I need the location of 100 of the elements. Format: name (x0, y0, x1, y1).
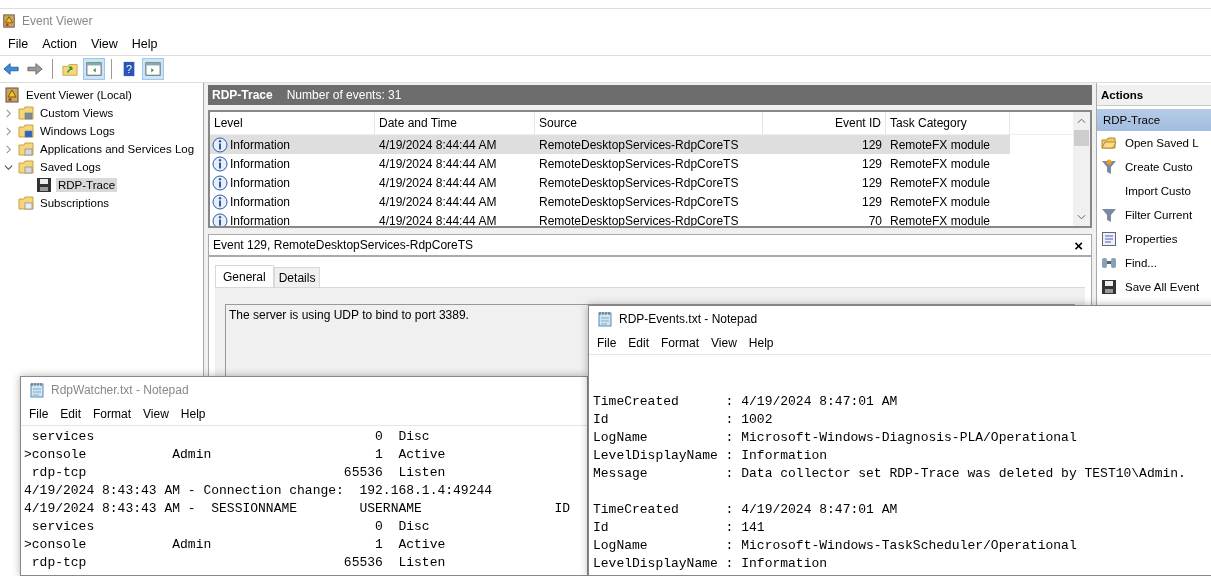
column-header[interactable]: Source (535, 112, 763, 134)
text-line: LevelDisplayName : Information (593, 555, 829, 573)
tree-item[interactable]: Saved Logs (38, 160, 103, 174)
table-cell: Information (230, 213, 291, 226)
tab[interactable]: General (215, 265, 274, 287)
column-header[interactable]: Event ID (763, 112, 886, 134)
table-cell: Information (230, 156, 291, 171)
text-line: >console Admin 1 Active (24, 446, 447, 464)
help-button[interactable]: ? (118, 58, 140, 80)
action-link[interactable]: Create Custo (1125, 161, 1193, 173)
table-cell: RemoteDesktopServices-RdpCoreTS (539, 194, 739, 209)
pane-toggle-button[interactable] (142, 58, 164, 80)
menu-item[interactable]: Format (87, 407, 138, 421)
tab[interactable]: Details (273, 267, 321, 287)
table-cell: 70 (868, 213, 882, 226)
table-cell: RemoteFX module (890, 194, 991, 209)
text-line: rdp-tcp 65536 Listen (30, 464, 447, 482)
scroll-up-icon[interactable] (1077, 118, 1086, 124)
text-line: Id : 1002 (593, 411, 774, 429)
text-line: TimeCreated : 4/19/2024 8:47:01 AM (593, 393, 899, 411)
event-row[interactable]: Information 4/19/2024 8:44:44 AM RemoteDesktopServices-RdpCoreTS 129 RemoteFX module (210, 135, 1010, 154)
chevron-right-icon[interactable] (4, 144, 13, 154)
event-count: Number of events: 31 (286, 88, 402, 102)
text-line: LogName : Microsoft-Windows-Diagnosis-PLA/Operational (593, 429, 1078, 447)
tree-item[interactable]: Windows Logs (38, 124, 117, 138)
column-header[interactable]: Level (210, 112, 375, 134)
close-button[interactable]: × (1066, 237, 1091, 253)
column-header[interactable]: Task Category (886, 112, 1010, 134)
table-cell: Information (230, 137, 291, 152)
menu-item[interactable]: View (705, 336, 743, 350)
table-cell: RemoteFX module (890, 213, 991, 226)
folder-icon (18, 123, 34, 139)
text-line: LogName : Microsoft-Windows-TaskScheduler/Operational (593, 537, 1078, 555)
table-cell: RemoteFX module (890, 156, 991, 171)
text-line: Id : 141 (593, 519, 766, 537)
binoculars-icon (1101, 255, 1117, 271)
table-cell: Information (230, 194, 291, 209)
menu-item[interactable]: View (84, 37, 124, 51)
tree-item[interactable]: Applications and Services Log (38, 142, 197, 156)
event-log-icon (2, 13, 16, 29)
action-link[interactable]: Properties (1125, 233, 1178, 245)
folder-icon (18, 195, 34, 211)
action-link[interactable]: Save All Event (1125, 281, 1200, 293)
event-row[interactable]: Information 4/19/2024 8:44:44 AM RemoteDesktopServices-RdpCoreTS 129 RemoteFX module (210, 173, 1010, 192)
window-title: RDP-Events.txt - Notepad (619, 312, 758, 326)
table-cell: 129 (861, 156, 882, 171)
table-cell: 4/19/2024 8:44:44 AM (379, 175, 497, 190)
table-cell: 4/19/2024 8:44:44 AM (379, 137, 497, 152)
action-link[interactable]: Filter Current (1125, 209, 1193, 221)
event-row[interactable]: Information 4/19/2024 8:44:44 AM RemoteDesktopServices-RdpCoreTS 129 RemoteFX module (210, 154, 1010, 173)
menu-item[interactable]: File (591, 336, 623, 350)
menu-item[interactable]: View (137, 407, 175, 421)
menu-item[interactable]: File (2, 37, 35, 51)
text-line: rdp-tcp 65536 Listen (30, 554, 447, 572)
table-cell: 129 (861, 175, 882, 190)
action-link[interactable]: Import Custo (1125, 185, 1191, 197)
funnel-icon (1101, 207, 1117, 223)
info-icon (212, 212, 228, 226)
chevron-down-icon[interactable] (4, 162, 13, 172)
funnel-icon (1101, 159, 1117, 175)
folder-icon (18, 105, 34, 121)
pane-toggle-button[interactable] (83, 58, 105, 80)
text-line: 4/19/2024 8:43:43 AM - SESSIONNAME USERNAME ID (24, 500, 572, 518)
menu-item[interactable]: Help (125, 37, 164, 51)
table-cell: Information (230, 175, 291, 190)
chevron-right-icon[interactable] (4, 126, 13, 136)
table-cell: 129 (861, 137, 882, 152)
event-row[interactable]: Information 4/19/2024 8:44:44 AM RemoteDesktopServices-RdpCoreTS 129 RemoteFX module (210, 192, 1010, 211)
window-title: RdpWatcher.txt - Notepad (51, 383, 189, 397)
tree-item[interactable]: RDP-Trace (56, 178, 118, 192)
text-line: 4/19/2024 8:43:43 AM - Connection change: 192.168.1.4:49244 (24, 482, 494, 500)
menu-item[interactable]: Edit (622, 336, 656, 350)
column-header[interactable]: Date and Time (375, 112, 535, 134)
scrollbar[interactable] (1073, 112, 1090, 226)
event-message: The server is using UDP to bind to port 3389. (229, 308, 469, 322)
actions-title: Actions (1097, 85, 1211, 106)
tree-item[interactable]: Subscriptions (38, 196, 112, 210)
folder-icon (1101, 135, 1117, 151)
text-line: >console Admin 1 Active (24, 536, 447, 554)
folder-icon (18, 159, 34, 175)
folder-icon (18, 141, 34, 157)
action-link[interactable]: Find... (1125, 257, 1157, 269)
action-link[interactable]: Open Saved L (1125, 137, 1199, 149)
info-icon (212, 193, 228, 210)
scrollbar-thumb[interactable] (1074, 130, 1089, 146)
chevron-right-icon[interactable] (4, 108, 13, 118)
menu-item[interactable]: Format (655, 336, 706, 350)
table-cell: RemoteDesktopServices-RdpCoreTS (539, 175, 739, 190)
text-line: services 0 Disc (30, 428, 431, 446)
tree-item[interactable]: Event Viewer (Local) (24, 88, 134, 102)
menu-item[interactable]: Help (742, 336, 780, 350)
scroll-down-icon[interactable] (1077, 214, 1086, 220)
menu-item[interactable]: Help (174, 407, 212, 421)
actions-section[interactable]: RDP-Trace (1097, 109, 1211, 131)
menu-item[interactable]: Edit (54, 407, 88, 421)
event-log-icon (4, 87, 20, 103)
tree-item[interactable]: Custom Views (38, 106, 116, 120)
menu-item[interactable]: Action (36, 37, 83, 51)
text-line: LevelDisplayName : Information (593, 447, 829, 465)
menu-item[interactable]: File (23, 407, 55, 421)
